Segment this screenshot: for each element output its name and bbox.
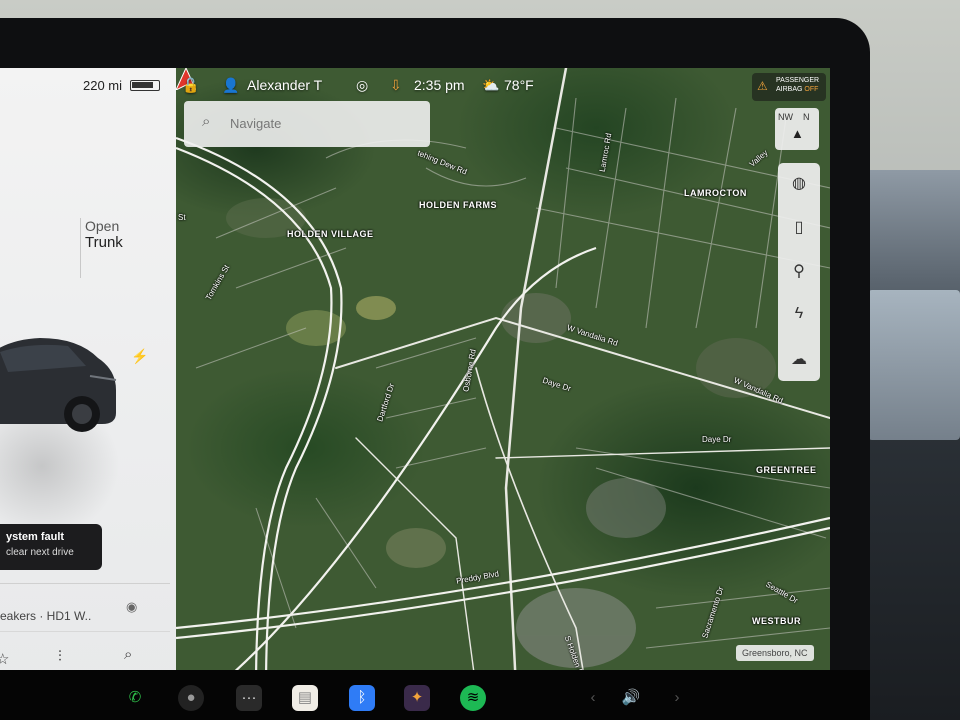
sentry-mode-icon[interactable]: ◎ xyxy=(356,77,368,94)
heading-label: NW xyxy=(778,112,793,122)
media-search-icon[interactable]: ⌕ xyxy=(124,646,132,663)
toybox-icon[interactable]: ✦ xyxy=(404,685,430,711)
profile-icon[interactable]: 👤 xyxy=(222,77,239,94)
dashboard-trim xyxy=(868,290,960,440)
globe-icon[interactable]: ◍ xyxy=(778,173,820,193)
range-readout: 220 mi xyxy=(83,78,123,93)
area-label: WESTBUR xyxy=(752,616,801,626)
outside-temperature: 78°F xyxy=(504,77,534,93)
media-divider xyxy=(0,583,170,584)
clock: 2:35 pm xyxy=(414,77,465,93)
passenger-airbag-indicator: ⚠ PASSENGER AIRBAG OFF xyxy=(752,73,826,101)
app-dock: ✆ ● ··· ▤ ᛒ ✦ ≋ ‹ 🔊 › xyxy=(0,670,870,720)
airbag-icon: ⚠ xyxy=(757,79,768,93)
open-trunk-button[interactable]: Open Trunk xyxy=(80,218,123,278)
media-now-playing[interactable]: eakers · HD1 W.. xyxy=(0,609,91,623)
map-roads xyxy=(176,68,830,688)
more-apps-icon[interactable]: ··· xyxy=(236,685,262,711)
driver-profile[interactable]: Alexander T xyxy=(247,77,322,93)
touchscreen: 220 mi Open Trunk ⚡ ystem fault clear ne… xyxy=(0,68,830,688)
area-label: HOLDEN VILLAGE xyxy=(287,229,374,239)
phone-icon[interactable]: ✆ xyxy=(122,685,148,711)
traffic-icon[interactable]: ▯ xyxy=(778,217,820,237)
cloud-icon[interactable]: ☁ xyxy=(778,349,820,369)
scene: 220 mi Open Trunk ⚡ ystem fault clear ne… xyxy=(0,0,960,720)
airbag-line-1: PASSENGER xyxy=(776,77,820,84)
spotify-icon[interactable]: ≋ xyxy=(460,685,486,711)
area-label: LAMROCTON xyxy=(684,188,747,198)
trunk-open-label: Open xyxy=(85,218,120,234)
battery-fill xyxy=(132,82,153,88)
map-tools-panel: ◍ ▯ ⚲ ϟ ☁ xyxy=(778,163,820,381)
camera-icon[interactable]: ● xyxy=(178,685,204,711)
volume-up-chevron-icon[interactable]: › xyxy=(664,685,690,711)
navigate-search-box[interactable]: ⌕ Navigate xyxy=(184,101,430,147)
car-panel: 220 mi Open Trunk ⚡ ystem fault clear ne… xyxy=(0,68,176,688)
lock-icon[interactable]: 🔓 xyxy=(182,77,199,94)
display-bezel: 220 mi Open Trunk ⚡ ystem fault clear ne… xyxy=(0,18,870,720)
software-update-icon[interactable]: ⇩ xyxy=(390,77,402,94)
city-label: Greensboro, NC xyxy=(736,645,814,661)
heading-label-north: N xyxy=(803,112,810,122)
status-bar: 🔓 👤 Alexander T ◎ ⇩ 2:35 pm ⛅ 78°F ⚠ PAS… xyxy=(176,68,830,104)
car-dashboard xyxy=(860,170,960,720)
charge-port-icon[interactable]: ⚡ xyxy=(131,348,148,365)
compass-button[interactable]: NW N ▲ xyxy=(775,108,819,150)
alert-title: ystem fault xyxy=(6,531,65,543)
trunk-label: Trunk xyxy=(85,234,123,251)
search-icon: ⌕ xyxy=(202,113,211,130)
media-divider-2 xyxy=(0,631,170,632)
airbag-line-3: OFF xyxy=(804,86,819,93)
system-fault-alert[interactable]: ystem fault clear next drive xyxy=(0,524,102,570)
search-placeholder: Navigate xyxy=(230,116,282,131)
location-pin-icon[interactable]: ⚲ xyxy=(778,261,820,281)
north-arrow-icon: ▲ xyxy=(791,126,804,141)
airbag-line-2: AIRBAG xyxy=(776,86,803,93)
supercharger-icon[interactable]: ϟ xyxy=(778,305,820,323)
calendar-icon[interactable]: ▤ xyxy=(292,685,318,711)
car-image xyxy=(0,338,117,432)
area-label: HOLDEN FARMS xyxy=(419,200,497,210)
airbag-text: PASSENGER AIRBAG OFF xyxy=(776,76,819,94)
area-label: GREENTREE xyxy=(756,465,817,475)
favorite-star-icon[interactable]: ☆ xyxy=(0,650,9,668)
alert-subtitle: clear next drive xyxy=(6,547,74,558)
volume-icon[interactable]: 🔊 xyxy=(618,685,644,711)
road-label: Daye Dr xyxy=(702,435,732,444)
weather-icon: ⛅ xyxy=(482,77,500,93)
battery-icon xyxy=(130,80,160,91)
bluetooth-icon[interactable]: ᛒ xyxy=(349,685,375,711)
road-label: St xyxy=(178,213,186,222)
radio-source-icon[interactable]: ◉ xyxy=(126,599,137,615)
equalizer-icon[interactable]: ⫶ xyxy=(58,648,62,665)
volume-down-chevron-icon[interactable]: ‹ xyxy=(580,685,606,711)
satellite-map[interactable]: HOLDEN VILLAGE HOLDEN FARMS LAMROCTON GR… xyxy=(176,68,830,688)
